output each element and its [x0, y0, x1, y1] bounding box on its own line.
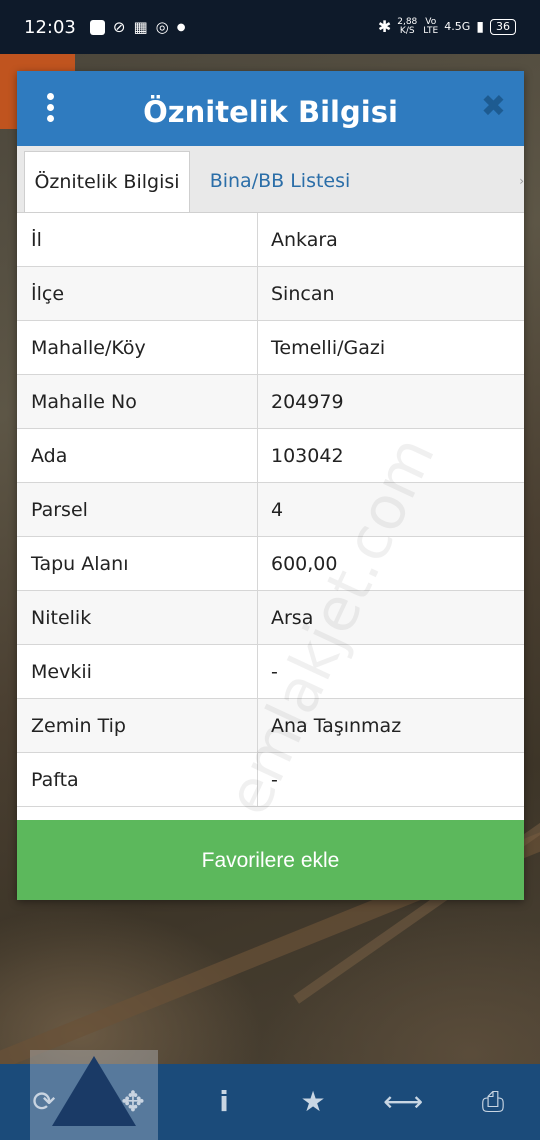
row-key: Mahalle/Köy	[17, 321, 258, 374]
dot-icon: ●	[176, 21, 186, 33]
notification-grid-icon: ▦	[133, 18, 148, 36]
row-value: Sincan	[271, 283, 335, 305]
row-key: İl	[17, 213, 258, 266]
info-icon[interactable]: i	[204, 1082, 244, 1122]
status-bar: 12:03 ⊘ ▦ ◎ ● ✱ 2,88 K/S Vo LTE 4.5G ▮ 3…	[0, 0, 540, 54]
dialog-header: Öznitelik Bilgisi ✖	[17, 71, 524, 146]
tab-attribute-info[interactable]: Öznitelik Bilgisi	[24, 151, 190, 212]
bluetooth-icon: ✱	[377, 17, 392, 36]
volte-bottom: LTE	[423, 26, 439, 36]
dialog-title: Öznitelik Bilgisi	[143, 95, 398, 129]
signal-icon: ▮	[476, 19, 484, 35]
row-key: Mevkii	[17, 645, 258, 698]
print-icon[interactable]: ⎙	[473, 1082, 513, 1122]
notification-app-icon: ⊘	[112, 18, 126, 36]
row-key: Ada	[17, 429, 258, 482]
attribute-info-dialog: Öznitelik Bilgisi ✖ Öznitelik Bilgisi Bi…	[17, 71, 524, 900]
table-row: Mahalle/Köy Temelli/Gazi	[17, 321, 524, 375]
table-row: Nitelik Arsa	[17, 591, 524, 645]
row-key: Zemin Tip	[17, 699, 258, 752]
status-time: 12:03	[24, 16, 76, 38]
logo-triangle-icon	[52, 1056, 136, 1126]
tab-bar: Öznitelik Bilgisi Bina/BB Listesi ›	[17, 146, 524, 213]
row-value: Ankara	[271, 229, 338, 251]
table-row: Parsel 4	[17, 483, 524, 537]
network-type: 4.5G	[444, 20, 471, 33]
measure-icon[interactable]: ⟷	[383, 1082, 423, 1122]
close-icon[interactable]: ✖	[481, 89, 506, 124]
tab-scroll-icon[interactable]: ›	[519, 174, 524, 188]
battery-icon: 36	[490, 19, 516, 35]
chrome-icon: ◎	[155, 18, 169, 36]
row-key: Parsel	[17, 483, 258, 536]
row-value: 204979	[271, 391, 344, 413]
row-key: İlçe	[17, 267, 258, 320]
add-to-favorites-button[interactable]: Favorilere ekle	[17, 820, 524, 900]
table-row: Mahalle No 204979	[17, 375, 524, 429]
row-key: Mahalle No	[17, 375, 258, 428]
table-row: İlçe Sincan	[17, 267, 524, 321]
net-speed-unit: K/S	[399, 26, 415, 36]
table-row: Tapu Alanı 600,00	[17, 537, 524, 591]
notification-app-icon	[89, 19, 105, 35]
row-value: Temelli/Gazi	[271, 337, 386, 359]
net-speed: 2,88 K/S	[397, 18, 417, 36]
star-icon[interactable]: ★	[293, 1082, 333, 1122]
volte-indicator: Vo LTE	[423, 18, 438, 36]
row-key: Nitelik	[17, 591, 258, 644]
table-row: İl Ankara	[17, 213, 524, 267]
row-key: Tapu Alanı	[17, 537, 258, 590]
watermark-logo	[30, 1050, 158, 1140]
tab-building-list[interactable]: Bina/BB Listesi	[190, 151, 370, 212]
